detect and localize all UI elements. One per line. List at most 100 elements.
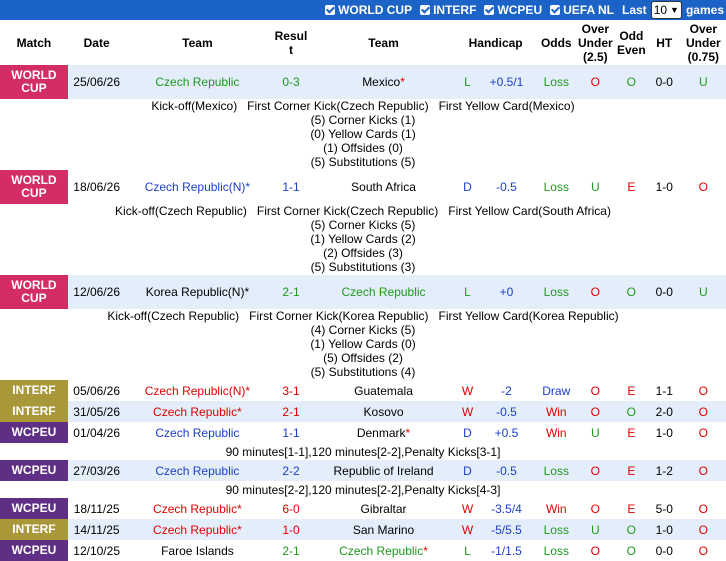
match-date: 05/06/26 <box>67 380 126 401</box>
result-letter: W <box>461 522 474 537</box>
home-team-cell: Czech Republic* <box>125 401 270 422</box>
home-team-link[interactable]: Czech Republic <box>155 464 239 478</box>
home-team-link[interactable]: Czech Republic <box>145 384 229 398</box>
odds-result: Loss <box>536 170 576 204</box>
handicap-cell: L +0 <box>454 275 537 309</box>
home-team-cell: Czech Republic(N)* <box>125 380 270 401</box>
penalty-note-row: 90 minutes[1-1],120 minutes[2-2],Penalty… <box>0 443 726 460</box>
home-team-link[interactable]: Czech Republic <box>153 405 237 419</box>
match-stat-line: Kick-off(Mexico) First Corner Kick(Czech… <box>151 99 575 113</box>
home-team-link[interactable]: Faroe Islands <box>161 544 234 558</box>
filter-world-cup[interactable]: WORLD CUP <box>325 3 412 17</box>
over-under-0-75: O <box>680 519 726 540</box>
checkbox-checked-icon[interactable] <box>420 5 431 15</box>
match-score[interactable]: 1-1 <box>269 422 313 443</box>
checkbox-checked-icon[interactable] <box>550 5 561 15</box>
home-team-link[interactable]: Czech Republic <box>153 502 237 516</box>
last-games-select[interactable]: 10 ▼ <box>650 1 682 19</box>
over-under-0-75: U <box>680 275 726 309</box>
result-letter: D <box>463 463 472 478</box>
away-team-link[interactable]: Gibraltar <box>361 502 407 516</box>
away-team-link[interactable]: Mexico <box>362 75 400 89</box>
match-score[interactable]: 1-0 <box>269 519 313 540</box>
away-team-link[interactable]: Guatemala <box>354 384 413 398</box>
match-score[interactable]: 2-1 <box>269 275 313 309</box>
away-team-link[interactable]: South Africa <box>351 180 416 194</box>
header-over-under-2-5: Over Under (2.5) <box>578 21 613 64</box>
venue-flag: * <box>237 404 242 419</box>
away-team-link[interactable]: Czech Republic <box>342 285 426 299</box>
over-under-2-5: O <box>575 380 615 401</box>
home-team-link[interactable]: Czech Republic <box>145 180 229 194</box>
away-team-link[interactable]: Denmark <box>357 426 406 440</box>
half-time-score: 0-0 <box>647 540 681 561</box>
match-score[interactable]: 0-3 <box>269 65 313 99</box>
match-row: INTERF 05/06/26 Czech Republic(N)* 3-1 Guate… <box>0 380 726 401</box>
home-team-link[interactable]: Korea Republic <box>146 285 228 299</box>
home-team-link[interactable]: Czech Republic <box>153 523 237 537</box>
match-date: 18/06/26 <box>67 170 126 204</box>
header-odds: Odds <box>540 35 572 50</box>
header-date: Date <box>83 35 110 50</box>
match-score[interactable]: 2-2 <box>269 460 313 481</box>
filter-uefa-nl[interactable]: UEFA NL <box>550 3 614 17</box>
half-time-score: 5-0 <box>647 498 681 519</box>
odds-result: Loss <box>536 65 576 99</box>
filter-wcpeu[interactable]: WCPEU <box>484 3 542 17</box>
match-date: 01/04/26 <box>67 422 126 443</box>
over-under-0-75: O <box>680 401 726 422</box>
competition-badge[interactable]: WCPEU <box>0 540 68 561</box>
odd-even: E <box>614 498 648 519</box>
match-stats-cell: Kick-off(Mexico) First Corner Kick(Czech… <box>0 99 726 170</box>
match-score[interactable]: 6-0 <box>269 498 313 519</box>
last-label: Last <box>622 3 647 17</box>
over-under-2-5: O <box>575 540 615 561</box>
match-row: WORLD CUP 25/06/26 Czech Republic 0-3 Mexico… <box>0 65 726 99</box>
away-team-link[interactable]: Czech Republic <box>339 544 423 558</box>
venue-flag: * <box>237 522 242 537</box>
odd-even: O <box>614 401 648 422</box>
result-letter: W <box>461 501 474 516</box>
filter-interf[interactable]: INTERF <box>420 3 476 17</box>
match-stats-row: Kick-off(Czech Republic) First Corner Ki… <box>0 309 726 380</box>
match-score[interactable]: 2-1 <box>269 540 313 561</box>
odds-result: Loss <box>536 275 576 309</box>
venue-flag: (N)* <box>228 180 251 194</box>
match-score[interactable]: 2-1 <box>269 401 313 422</box>
match-row: INTERF 31/05/26 Czech Republic* 2-1 Kosovo W -… <box>0 401 726 422</box>
competition-badge[interactable]: INTERF <box>0 401 68 422</box>
checkbox-checked-icon[interactable] <box>484 5 495 15</box>
competition-badge[interactable]: WORLD CUP <box>0 275 68 309</box>
header-odd-even: Odd Even <box>616 28 646 57</box>
match-stats-row: Kick-off(Czech Republic) First Corner Ki… <box>0 204 726 275</box>
result-letter: W <box>461 404 474 419</box>
match-score[interactable]: 3-1 <box>269 380 313 401</box>
penalty-note: 90 minutes[1-1],120 minutes[2-2],Penalty… <box>225 444 501 459</box>
away-team-link[interactable]: Kosovo <box>364 405 404 419</box>
home-team-cell: Czech Republic* <box>125 519 270 540</box>
competition-badge[interactable]: WCPEU <box>0 422 68 443</box>
result-letter: D <box>463 180 472 194</box>
odd-even: O <box>614 65 648 99</box>
venue-flag: * <box>400 75 405 89</box>
away-team-cell: Czech Republic <box>312 275 455 309</box>
competition-badge[interactable]: WCPEU <box>0 498 68 519</box>
match-score[interactable]: 1-1 <box>269 170 313 204</box>
competition-badge[interactable]: WORLD CUP <box>0 170 68 204</box>
handicap-cell: W -0.5 <box>454 401 537 422</box>
away-team-link[interactable]: Republic of Ireland <box>334 464 434 478</box>
away-team-link[interactable]: San Marino <box>353 523 414 537</box>
home-team-link[interactable]: Czech Republic <box>155 426 239 440</box>
handicap-value: -1/1.5 <box>491 543 522 558</box>
checkbox-checked-icon[interactable] <box>325 5 336 15</box>
match-date: 31/05/26 <box>67 401 126 422</box>
odds-result: Win <box>536 422 576 443</box>
odd-even: E <box>614 422 648 443</box>
home-team-cell: Czech Republic <box>125 422 270 443</box>
handicap-cell: L +0.5/1 <box>454 65 537 99</box>
home-team-link[interactable]: Czech Republic <box>155 75 239 89</box>
competition-badge[interactable]: INTERF <box>0 519 68 540</box>
competition-badge[interactable]: WORLD CUP <box>0 65 68 99</box>
competition-badge[interactable]: WCPEU <box>0 460 68 481</box>
competition-badge[interactable]: INTERF <box>0 380 68 401</box>
